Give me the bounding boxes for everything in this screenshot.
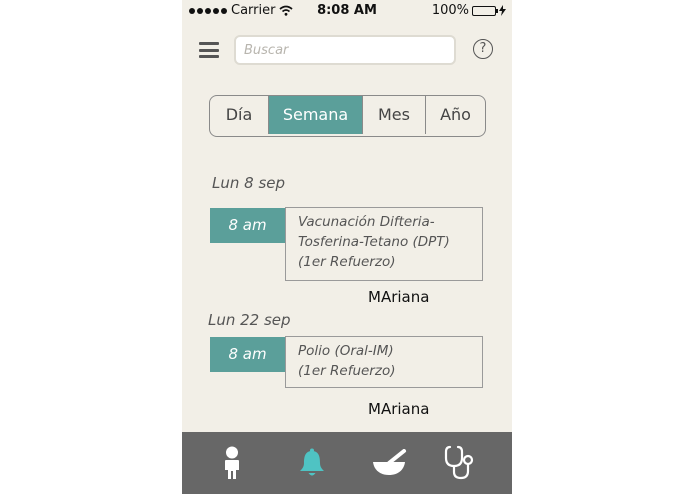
- status-right: 100%: [432, 3, 506, 18]
- event-details-box[interactable]: Vacunación Difteria- Tosferina-Tetano (D…: [285, 207, 483, 281]
- tab-ano[interactable]: Año: [426, 96, 485, 134]
- battery-icon: [472, 5, 498, 16]
- event-date: Lun 8 sep: [212, 174, 286, 192]
- bottom-tab-bar: [182, 432, 512, 494]
- event-time-badge[interactable]: 8 am: [210, 208, 285, 243]
- event-person-name: MAriana: [368, 400, 430, 418]
- event-date: Lun 22 sep: [208, 311, 291, 329]
- stethoscope-icon: [444, 445, 474, 480]
- bell-icon: [300, 448, 324, 476]
- view-segmented-control: Día Semana Mes Año: [209, 95, 486, 137]
- tab-reminders[interactable]: [271, 432, 353, 494]
- phone-screen: Carrier 8:08 AM 100% ? Día Semana Mes Añ…: [182, 0, 512, 494]
- mortar-pestle-icon: [373, 449, 406, 475]
- event-person-name: MAriana: [368, 288, 430, 306]
- tab-health[interactable]: [419, 432, 501, 494]
- help-button[interactable]: ?: [473, 39, 493, 59]
- event-details-box[interactable]: Polio (Oral-IM) (1er Refuerzo): [285, 336, 483, 388]
- status-bar: Carrier 8:08 AM 100%: [182, 0, 512, 22]
- tab-mes[interactable]: Mes: [363, 96, 426, 134]
- event-description-line: Vacunación Difteria-: [298, 214, 435, 230]
- menu-icon[interactable]: [199, 42, 219, 58]
- event-description-line: (1er Refuerzo): [298, 363, 396, 379]
- tab-children[interactable]: [191, 432, 273, 494]
- tab-medications[interactable]: [348, 432, 430, 494]
- battery-percent: 100%: [431, 3, 469, 18]
- charging-bolt-icon: [499, 5, 506, 16]
- event-description-line: (1er Refuerzo): [298, 254, 396, 270]
- child-icon: [225, 446, 239, 479]
- event-time-badge[interactable]: 8 am: [210, 337, 285, 372]
- tab-semana[interactable]: Semana: [269, 96, 363, 134]
- tab-dia[interactable]: Día: [210, 96, 269, 134]
- event-description-line: Tosferina-Tetano (DPT): [298, 234, 450, 250]
- search-input[interactable]: [234, 35, 456, 65]
- event-description-line: Polio (Oral-IM): [298, 343, 394, 359]
